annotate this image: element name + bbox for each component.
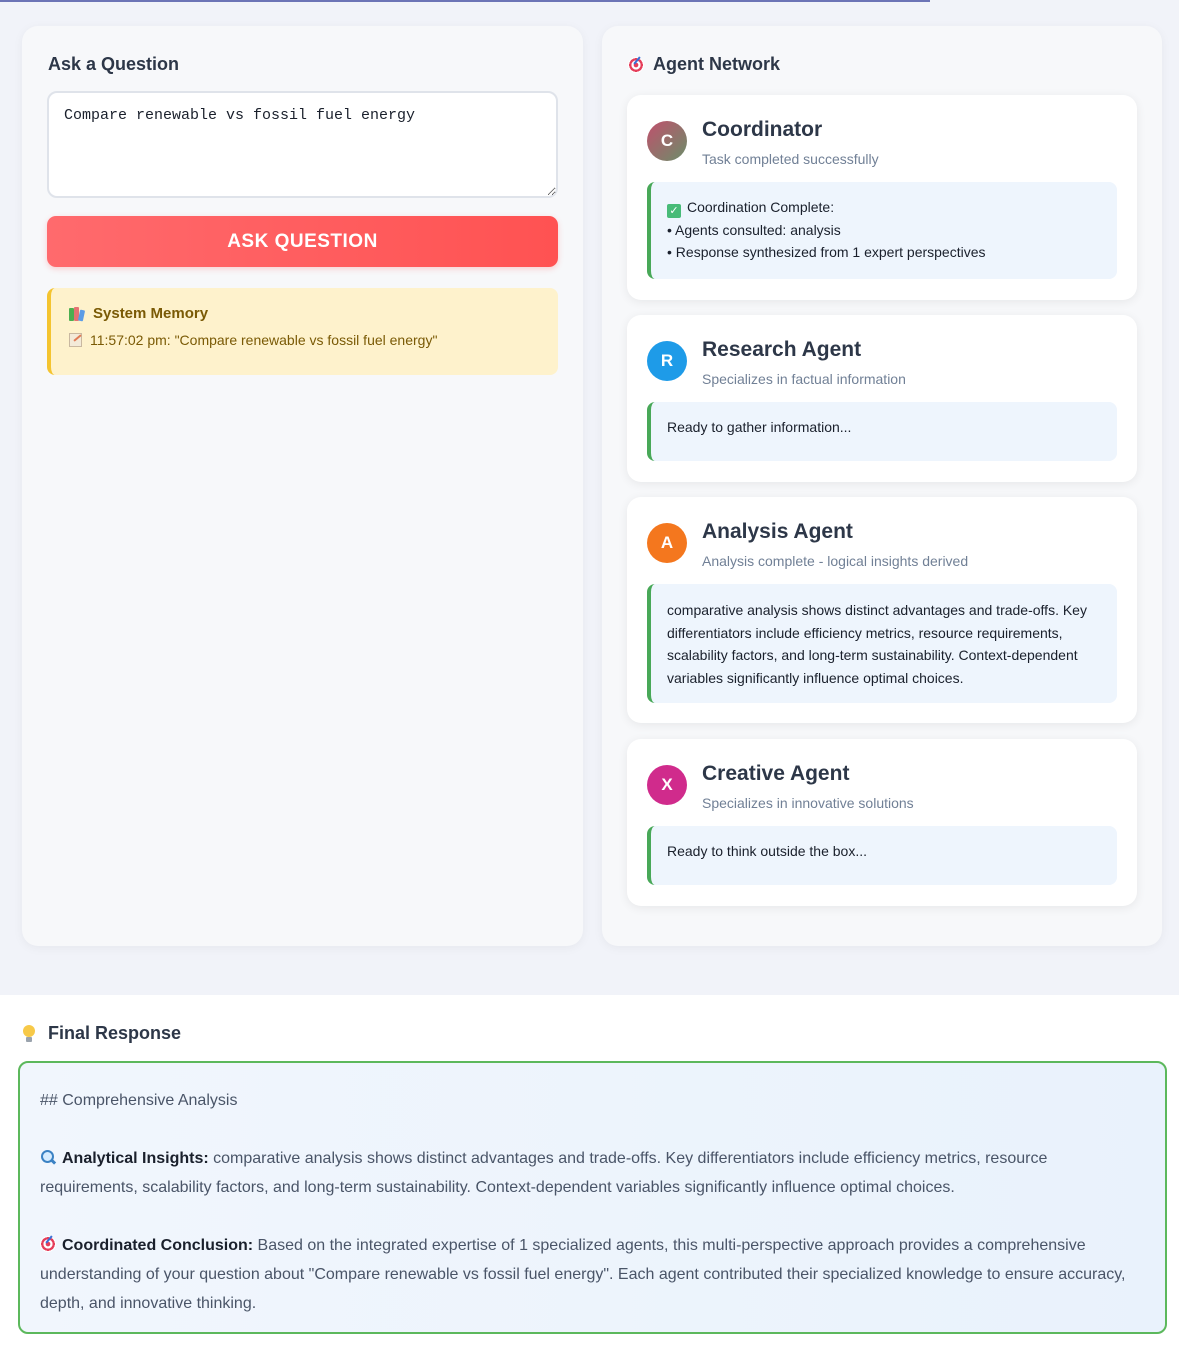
agent-output: comparative analysis shows distinct adva… bbox=[647, 584, 1117, 703]
memory-entry-text: 11:57:02 pm: "Compare renewable vs fossi… bbox=[90, 332, 438, 348]
lightbulb-icon bbox=[22, 1024, 36, 1043]
avatar: R bbox=[647, 341, 687, 381]
avatar: X bbox=[647, 765, 687, 805]
agent-status: Task completed successfully bbox=[702, 151, 879, 167]
conclusion-label: Coordinated Conclusion: bbox=[62, 1237, 254, 1254]
agent-status: Specializes in factual information bbox=[702, 371, 906, 387]
agent-output: ✓ Coordination Complete: • Agents consult… bbox=[647, 182, 1117, 279]
agent-name: Analysis Agent bbox=[702, 520, 853, 543]
agent-name: Coordinator bbox=[702, 118, 823, 141]
agent-card-creative: X Creative Agent Specializes in innovati… bbox=[627, 739, 1137, 906]
final-response-box: ## Comprehensive Analysis Analytical Ins… bbox=[18, 1061, 1167, 1334]
agent-card-analysis: A Analysis Agent Analysis complete - log… bbox=[627, 497, 1137, 723]
agent-output: Ready to gather information... bbox=[647, 402, 1117, 461]
final-response-title: Final Response bbox=[48, 1023, 182, 1043]
response-heading: ## Comprehensive Analysis bbox=[40, 1092, 238, 1109]
panel-title-agents: Agent Network bbox=[628, 54, 780, 75]
magnifier-icon bbox=[40, 1149, 56, 1165]
final-response-section: Final Response ## Comprehensive Analysis… bbox=[0, 995, 1179, 1345]
target-icon bbox=[40, 1236, 56, 1252]
agent-status: Analysis complete - logical insights der… bbox=[702, 553, 969, 569]
output-line: • Agents consulted: analysis bbox=[667, 221, 841, 238]
conclusion-paragraph: Coordinated Conclusion: Based on the int… bbox=[40, 1231, 1145, 1318]
system-memory-box: System Memory 11:57:02 pm: "Compare rene… bbox=[47, 288, 558, 375]
memo-icon bbox=[69, 333, 82, 347]
insights-paragraph: Analytical Insights: comparative analysi… bbox=[40, 1144, 1145, 1202]
agent-card-research: R Research Agent Specializes in factual … bbox=[627, 315, 1137, 482]
top-progress-bar bbox=[0, 0, 930, 2]
memory-header: System Memory bbox=[69, 305, 540, 322]
ask-question-button[interactable]: ASK QUESTION bbox=[47, 216, 558, 267]
insights-label: Analytical Insights: bbox=[62, 1150, 209, 1167]
final-response-header: Final Response bbox=[22, 1023, 181, 1044]
books-icon bbox=[69, 306, 86, 321]
agent-card-coordinator: C Coordinator Task completed successfull… bbox=[627, 95, 1137, 300]
agent-output: Ready to think outside the box... bbox=[647, 826, 1117, 885]
panel-title-ask: Ask a Question bbox=[48, 54, 180, 74]
avatar: A bbox=[647, 523, 687, 563]
memory-title: System Memory bbox=[93, 305, 209, 322]
agent-name: Research Agent bbox=[702, 338, 862, 361]
agent-name: Creative Agent bbox=[702, 762, 850, 785]
output-line: • Response synthesized from 1 expert per… bbox=[667, 244, 986, 260]
question-panel: Ask a Question Compare renewable vs foss… bbox=[22, 26, 583, 946]
output-line: ✓ Coordination Complete: bbox=[667, 196, 1101, 219]
agent-network-panel: Agent Network C Coordinator Task complet… bbox=[602, 26, 1162, 946]
question-input[interactable]: Compare renewable vs fossil fuel energy bbox=[47, 91, 558, 198]
target-icon bbox=[628, 56, 644, 73]
agent-network-title: Agent Network bbox=[653, 54, 781, 74]
memory-entry: 11:57:02 pm: "Compare renewable vs fossi… bbox=[69, 332, 540, 348]
check-icon: ✓ bbox=[667, 204, 681, 219]
avatar: C bbox=[647, 121, 687, 161]
agent-status: Specializes in innovative solutions bbox=[702, 795, 914, 811]
